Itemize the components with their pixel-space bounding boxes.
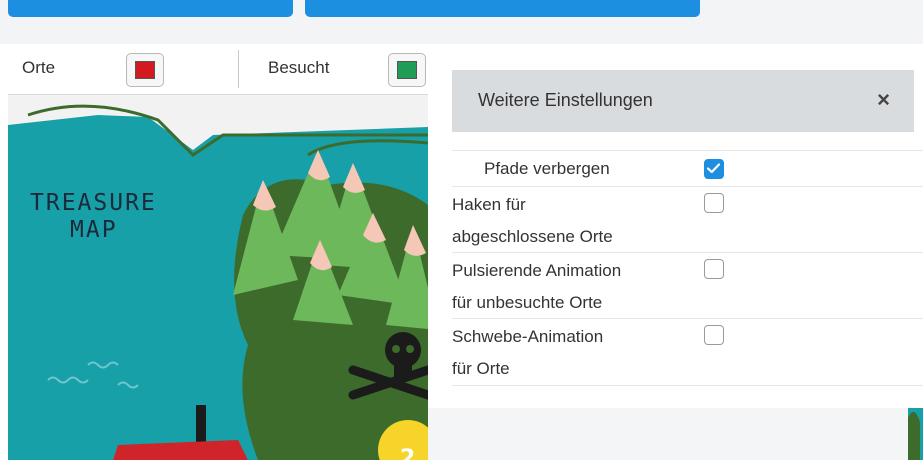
modal-header: Weitere Einstellungen × [452,70,914,132]
top-strip [0,0,923,44]
treasure-map-illustration: TREASURE MAP 2 [8,95,428,460]
option-label-hover-line2: für Orte [452,359,510,378]
option-label-pulse-line2: für unbesuchte Orte [452,293,603,312]
map-title-line2: MAP [70,217,118,243]
top-button-left[interactable] [8,0,293,17]
modal-title: Weitere Einstellungen [478,90,653,110]
close-icon[interactable]: × [877,87,890,113]
visited-color-label: Besucht [268,58,330,77]
hover-animation-checkbox[interactable] [704,325,724,345]
places-color-label: Orte [22,58,56,77]
color-toolbar: Orte Besucht [8,44,428,95]
visited-color-picker[interactable] [388,53,426,87]
map-title-line1: TREASURE [30,190,157,216]
option-row-hide-paths: Pfade verbergen [452,150,923,187]
visited-color-fill [397,61,417,79]
checkmark-icon [707,163,720,174]
map-marker-number: 2 [400,446,415,460]
hide-paths-checkbox[interactable] [704,159,724,179]
option-row-hover-animation: Schwebe-Animation für Orte [452,318,923,386]
pulse-animation-checkbox[interactable] [704,259,724,279]
option-label-completed-line1: Haken für [452,195,526,214]
places-color-fill [135,61,155,79]
option-label-pulse-line1: Pulsierende Animation [452,261,622,280]
option-label-hide-paths: Pfade verbergen [484,159,610,178]
option-row-completed-check: Haken für abgeschlossene Orte [452,186,923,253]
toolbar-divider [238,50,239,88]
map-edge [908,408,923,460]
option-label-hover-line1: Schwebe-Animation [452,327,604,346]
option-label-completed-line2: abgeschlossene Orte [452,227,613,246]
option-row-pulse-animation: Pulsierende Animation für unbesuchte Ort… [452,252,923,319]
places-color-picker[interactable] [126,53,164,87]
treasure-map[interactable]: TREASURE MAP 2 [8,95,428,460]
panel-shadow [428,408,923,460]
completed-check-checkbox[interactable] [704,193,724,213]
top-button-right[interactable] [305,0,700,17]
